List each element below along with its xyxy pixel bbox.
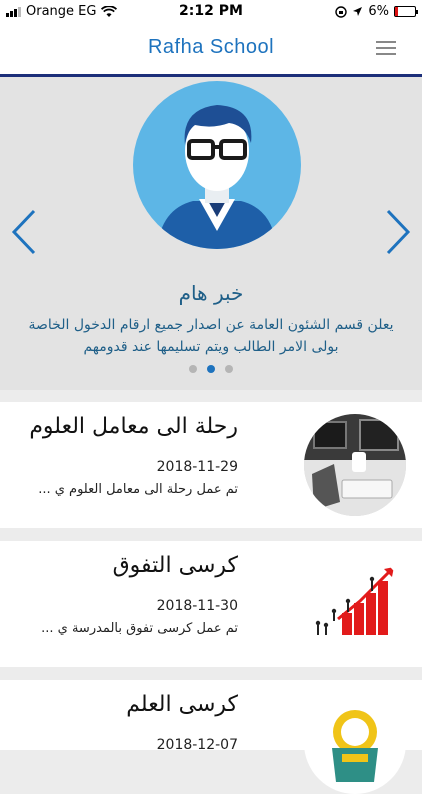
news-carousel[interactable]: خبر هام يعلن قسم الشئون العامة عن اصدار … xyxy=(0,77,422,390)
carousel-dot-active[interactable] xyxy=(207,365,215,373)
news-date: 2018-11-30 xyxy=(156,598,238,614)
news-desc: تم عمل رحلة الى معامل العلوم ي ... xyxy=(38,482,238,497)
status-bar: Orange EG 2:12 PM 6% xyxy=(0,0,422,22)
slide-text: يعلن قسم الشئون العامة عن اصدار جميع ارق… xyxy=(28,317,394,355)
news-thumbnail xyxy=(304,692,406,794)
news-desc: تم عمل كرسى تفوق بالمدرسة ي ... xyxy=(41,621,238,636)
carousel-dots xyxy=(0,365,422,373)
news-title: كرسى التفوق xyxy=(112,553,238,578)
news-card[interactable]: كرسى العلم 2018-12-07 xyxy=(0,680,422,794)
news-date: 2018-11-29 xyxy=(156,459,238,475)
carousel-dot[interactable] xyxy=(225,365,233,373)
news-title: كرسى العلم xyxy=(126,692,238,717)
news-date: 2018-12-07 xyxy=(156,737,238,753)
news-thumbnail xyxy=(304,553,406,655)
avatar-illustration xyxy=(133,81,301,249)
news-card[interactable]: كرسى التفوق 2018-11-30 تم عمل كرسى تفوق … xyxy=(0,541,422,667)
hamburger-menu-icon[interactable] xyxy=(376,41,396,55)
news-thumbnail xyxy=(304,414,406,516)
next-slide-icon[interactable] xyxy=(384,207,414,257)
news-title: رحلة الى معامل العلوم xyxy=(29,414,238,439)
news-card[interactable]: رحلة الى معامل العلوم 2018-11-29 تم عمل … xyxy=(0,402,422,528)
app-bar: Rafha School xyxy=(0,22,422,74)
location-icon xyxy=(353,7,363,16)
screen-lock-icon xyxy=(335,5,348,18)
status-right: 6% xyxy=(335,4,418,19)
slide-title: خبر هام xyxy=(178,281,244,305)
app-title: Rafha School xyxy=(147,36,275,58)
carousel-dot[interactable] xyxy=(189,365,197,373)
battery-icon xyxy=(394,6,418,17)
previous-slide-icon[interactable] xyxy=(8,207,38,257)
battery-label: 6% xyxy=(368,4,389,19)
